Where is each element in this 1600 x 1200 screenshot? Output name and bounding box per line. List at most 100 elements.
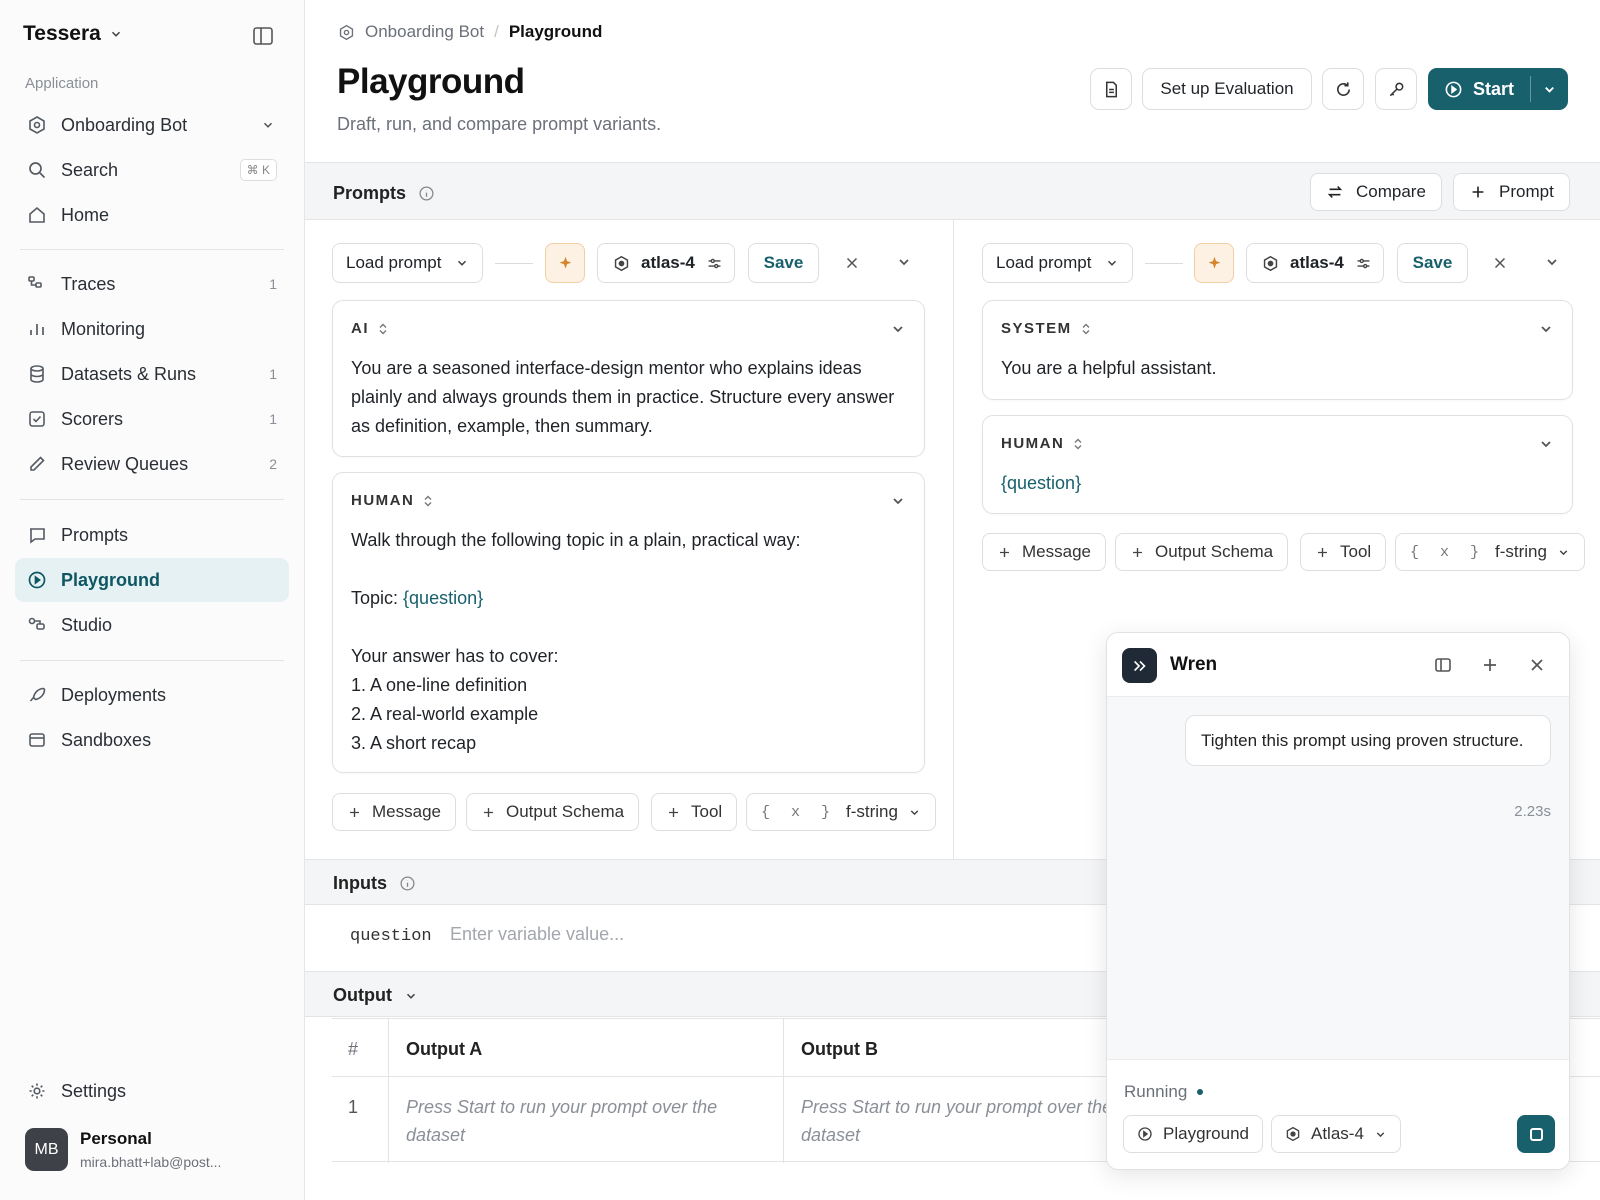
sparkle-icon <box>1208 256 1220 269</box>
info-icon[interactable] <box>399 875 416 892</box>
context-chip[interactable]: Playground <box>1123 1115 1264 1153</box>
sliders-icon <box>708 258 721 268</box>
add-tool-label: Tool <box>1340 542 1372 561</box>
chevron-down-icon <box>263 122 273 128</box>
workspace-switcher[interactable]: Tessera <box>23 22 123 46</box>
message-text[interactable]: You are a seasoned interface-design ment… <box>351 354 901 441</box>
divider <box>20 660 284 661</box>
add-output-schema-button[interactable]: Output Schema <box>466 793 640 831</box>
sidebar-item-studio[interactable]: Studio <box>15 603 289 647</box>
studio-icon <box>28 617 45 630</box>
message-line: 3. A short recap <box>351 733 477 753</box>
dock-panel-icon[interactable] <box>1433 655 1453 675</box>
user-message-bubble: Tighten this prompt using proven structu… <box>1185 715 1551 766</box>
output-b-cell[interactable]: Press Start to run your prompt over the … <box>801 1093 1151 1149</box>
sidebar-item-review-queues[interactable]: Review Queues 2 <box>15 442 289 486</box>
model-selector[interactable]: atlas-4 <box>597 243 735 283</box>
add-message-button[interactable]: Message <box>332 793 456 831</box>
template-format-select[interactable]: { x } f-string <box>1395 533 1585 571</box>
template-format-select[interactable]: { x } f-string <box>746 793 936 831</box>
add-output-schema-button[interactable]: Output Schema <box>1115 533 1289 571</box>
template-variable: {question} <box>403 588 484 608</box>
variable-value-input[interactable] <box>450 924 950 945</box>
model-selector[interactable]: atlas-4 <box>1246 243 1384 283</box>
plus-icon <box>1000 547 1009 557</box>
add-tool-button[interactable]: Tool <box>1300 533 1387 571</box>
role-selector[interactable]: HUMAN <box>351 492 434 509</box>
hexagon-icon <box>1286 1126 1300 1142</box>
sidebar-item-playground[interactable]: Playground <box>15 558 289 602</box>
compare-button[interactable]: Compare <box>1310 173 1442 211</box>
refresh-button[interactable] <box>1322 68 1364 110</box>
sidebar-item-settings[interactable]: Settings <box>15 1069 289 1113</box>
add-tool-button[interactable]: Tool <box>651 793 738 831</box>
chevron-down-icon[interactable] <box>1538 436 1554 452</box>
message-text[interactable]: Walk through the following topic in a pl… <box>351 526 911 758</box>
model-name: atlas-4 <box>1290 253 1344 272</box>
sidebar: Tessera Application Onboarding Bot Searc… <box>0 0 305 1200</box>
info-icon[interactable] <box>418 185 435 202</box>
role-selector[interactable]: HUMAN <box>1001 435 1084 452</box>
chevron-down-icon[interactable] <box>890 321 906 337</box>
close-icon[interactable] <box>1491 254 1509 272</box>
sidebar-item-monitoring[interactable]: Monitoring <box>15 307 289 351</box>
gear-icon <box>29 1083 45 1099</box>
stop-button[interactable] <box>1517 1115 1555 1153</box>
user-menu[interactable]: MB Personal mira.bhatt+lab@post... <box>25 1128 221 1171</box>
add-message-button[interactable]: Message <box>982 533 1106 571</box>
chevron-down-icon[interactable] <box>1544 254 1560 270</box>
braces-icon: { x } <box>761 803 837 821</box>
message-line: 1. A one-line definition <box>351 675 528 695</box>
sidebar-item-traces[interactable]: Traces 1 <box>15 262 289 306</box>
sidebar-item-label: Monitoring <box>61 318 146 339</box>
add-schema-label: Output Schema <box>506 802 625 821</box>
template-variable[interactable]: {question} <box>1001 469 1551 498</box>
message-text[interactable]: You are a helpful assistant. <box>1001 354 1551 383</box>
add-prompt-button[interactable]: Prompt <box>1453 173 1570 211</box>
chevron-down-icon[interactable] <box>890 493 906 509</box>
start-button[interactable]: Start <box>1428 68 1530 110</box>
output-a-cell[interactable]: Press Start to run your prompt over the … <box>406 1093 756 1149</box>
ai-improve-button[interactable] <box>1194 243 1234 283</box>
assistant-logo <box>1122 648 1157 683</box>
connector-line <box>495 263 533 264</box>
sidebar-item-sandboxes[interactable]: Sandboxes <box>15 718 289 762</box>
app-selector-label: Onboarding Bot <box>61 114 188 135</box>
breadcrumb-separator: / <box>494 22 499 41</box>
chevron-down-icon <box>1545 86 1554 93</box>
sidebar-item-prompts[interactable]: Prompts <box>15 513 289 557</box>
role-selector[interactable]: SYSTEM <box>1001 320 1092 337</box>
start-dropdown-button[interactable] <box>1531 68 1568 110</box>
play-circle-icon <box>1138 1127 1152 1141</box>
page-title: Playground <box>337 62 525 101</box>
docs-button[interactable] <box>1090 68 1132 110</box>
assistant-model-selector[interactable]: Atlas-4 <box>1271 1115 1401 1153</box>
setup-evaluation-button[interactable]: Set up Evaluation <box>1142 68 1312 110</box>
load-prompt-select[interactable]: Load prompt <box>982 243 1133 283</box>
plus-icon[interactable] <box>1480 655 1500 675</box>
close-icon[interactable] <box>1527 655 1547 675</box>
output-toggle[interactable]: Output <box>333 985 418 1006</box>
inputs-title: Inputs <box>333 873 416 894</box>
sidebar-item-search[interactable]: Search ⌘ K <box>15 148 289 192</box>
topic-line: Topic: {question} <box>351 584 911 613</box>
sidebar-item-home[interactable]: Home <box>15 193 289 237</box>
role-selector[interactable]: AI <box>351 320 389 337</box>
key-button[interactable] <box>1375 68 1417 110</box>
close-icon[interactable] <box>843 254 861 272</box>
sidebar-item-datasets[interactable]: Datasets & Runs 1 <box>15 352 289 396</box>
chevron-down-icon[interactable] <box>1538 321 1554 337</box>
sidebar-toggle-icon[interactable] <box>251 24 275 48</box>
sidebar-item-deployments[interactable]: Deployments <box>15 673 289 717</box>
breadcrumb-item[interactable]: Onboarding Bot <box>365 22 484 42</box>
save-button[interactable]: Save <box>1397 243 1468 283</box>
save-button[interactable]: Save <box>748 243 819 283</box>
chevron-down-icon[interactable] <box>896 254 912 270</box>
app-selector[interactable]: Onboarding Bot <box>15 103 289 147</box>
sidebar-item-scorers[interactable]: Scorers 1 <box>15 397 289 441</box>
chart-icon <box>30 324 44 335</box>
ai-improve-button[interactable] <box>545 243 585 283</box>
column-divider <box>783 1019 784 1163</box>
load-prompt-select[interactable]: Load prompt <box>332 243 483 283</box>
